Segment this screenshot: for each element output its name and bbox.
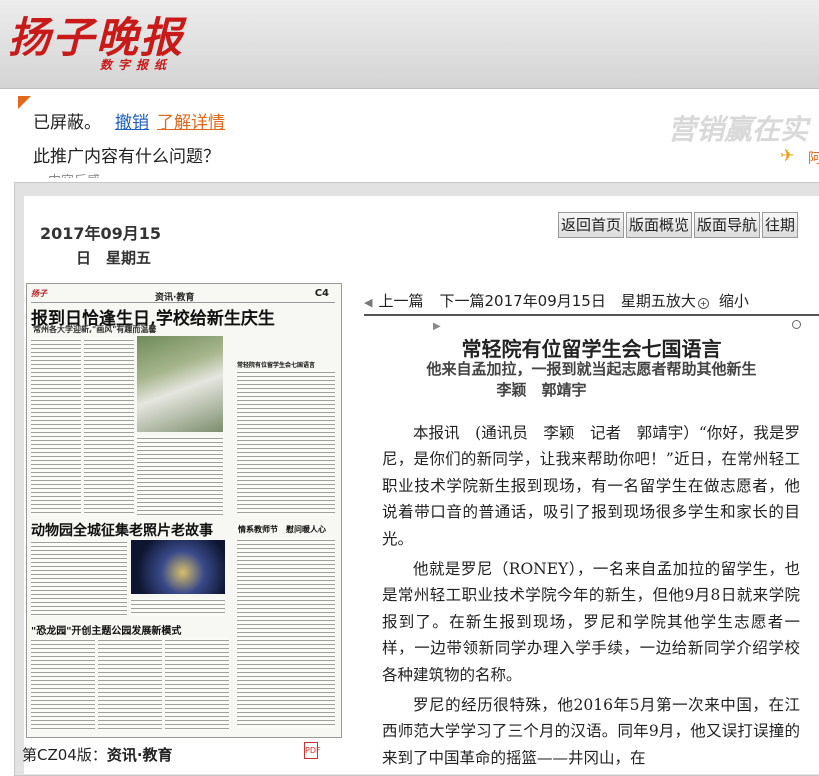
thumb-side-headline[interactable]: 常轻院有位留学生会七国语言 — [237, 360, 315, 369]
zoom-in-icon[interactable]: + — [697, 298, 709, 309]
thumb-text-column[interactable] — [131, 598, 225, 616]
thumb-headline-2[interactable]: 动物园全城征集老照片老故事 — [31, 520, 213, 540]
triangle-left-icon: ◀ — [364, 296, 373, 309]
article-divider — [364, 314, 819, 316]
page-section-label: 资讯·教育 — [106, 746, 173, 764]
ad-blocked-text: 已屏蔽。 — [33, 113, 101, 133]
article-date: 2017年09月15日 星期五 — [484, 292, 666, 310]
thumb-text-column[interactable] — [237, 370, 335, 516]
circle-icon — [792, 320, 801, 329]
article-body: 本报讯 (通讯员 李颖 记者 郭靖宇）“你好，我是罗尼，是你们的新同学，让我来帮… — [382, 420, 800, 775]
undo-link[interactable]: 撤销 — [115, 113, 149, 133]
article-subtitle: 他来自孟加拉，一报到就当起志愿者帮助其他新生 — [426, 360, 757, 378]
thumb-text-column[interactable] — [31, 540, 127, 616]
thumb-headline-3[interactable]: "恐龙园"开创主题公园发展新模式 — [31, 622, 181, 637]
masthead-bar: 扬子晚报 数字报纸 — [0, 0, 819, 89]
thumb-text-column[interactable] — [31, 338, 81, 516]
thumb-text-column[interactable] — [137, 436, 223, 516]
logo-subtitle: 数字报纸 — [100, 58, 173, 72]
past-issues-button[interactable]: 往期 — [762, 212, 799, 238]
article-paragraph: 本报讯 (通讯员 李颖 记者 郭靖宇）“你好，我是罗尼，是你们的新同学，让我来帮… — [382, 424, 800, 548]
prev-article-link[interactable]: 上一篇 — [378, 292, 423, 310]
thumb-header: 扬子 资讯·教育 C4 — [31, 288, 335, 303]
thumb-section: 资讯·教育 — [155, 293, 195, 303]
home-button[interactable]: 返回首页 — [558, 212, 625, 238]
ad-blocked-line: 已屏蔽。 撤销 了解详情 — [33, 108, 225, 133]
article-paragraph: 他就是罗尼（RONEY），一名来自孟加拉的留学生，也是常州轻工职业技术学院今年的… — [382, 560, 800, 684]
edition-date: 2017年09月15 — [40, 224, 162, 243]
details-link[interactable]: 了解详情 — [157, 113, 225, 133]
ad-corner-marker — [18, 96, 31, 109]
next-article-link[interactable]: 下一篇 — [439, 292, 484, 310]
ad-question: 此推广内容有什么问题？ — [33, 147, 220, 167]
ad-partial-option[interactable]: 内容反感 — [48, 170, 100, 178]
triangle-right-icon: ▶ — [433, 321, 441, 332]
blocked-ad-panel: 已屏蔽。撤销了解详情 此推广内容有什么问题？ 内容反感 营销赢在实 ✈ 阿 — [18, 96, 819, 178]
bird-icon: ✈ — [780, 146, 795, 166]
thumb-subhead-1: 常州各大学迎新,"画风"有趣而温馨 — [33, 325, 157, 334]
thumb-text-column[interactable] — [98, 638, 162, 730]
article-authors: 李颖 郭靖宇 — [496, 381, 587, 399]
page-thumbnail[interactable]: 扬子 资讯·教育 C4 报到日恰逢生日,学校给新生庆生 常州各大学迎新,"画风"… — [26, 283, 342, 738]
page-number-label: 第CZ04版： — [22, 746, 107, 764]
thumb-text-column[interactable] — [84, 338, 134, 516]
thumb-text-column[interactable] — [31, 638, 95, 730]
thumb-photo-night — [131, 540, 225, 594]
thumb-text-column[interactable] — [237, 538, 335, 728]
edition-weekday: 日 星期五 — [76, 249, 152, 267]
page-navigation-button[interactable]: 版面导航 — [694, 212, 761, 238]
page-caption: 第CZ04版：资讯·教育 — [22, 744, 173, 765]
thumb-page-number: C4 — [314, 288, 329, 299]
article-paragraph: 罗尼的经历很特殊，他2016年5月第一次来中国，在江西师范大学学习了三个月的汉语… — [382, 696, 800, 767]
overview-button[interactable]: 版面概览 — [626, 212, 693, 238]
page-nav-toolbar: 返回首页 版面概览 版面导航 往期 — [558, 212, 799, 238]
ad-brand-small[interactable]: 阿 — [808, 148, 819, 168]
article-nav: ◀ 上一篇 下一篇2017年09月15日 星期五放大 + 缩小 — [364, 290, 819, 312]
thumb-logo: 扬子 — [31, 289, 47, 298]
thumb-photo-students — [137, 336, 223, 432]
pdf-icon[interactable]: PDF — [304, 742, 321, 759]
ad-brand-watermark: 营销赢在实 — [668, 113, 809, 146]
thumb-text-column[interactable] — [165, 638, 229, 730]
thumb-box-title[interactable]: 情系教师节 慰问暖人心 — [238, 524, 326, 535]
zoom-in-button[interactable]: 放大 — [666, 292, 696, 310]
zoom-out-button[interactable]: 缩小 — [719, 292, 749, 310]
